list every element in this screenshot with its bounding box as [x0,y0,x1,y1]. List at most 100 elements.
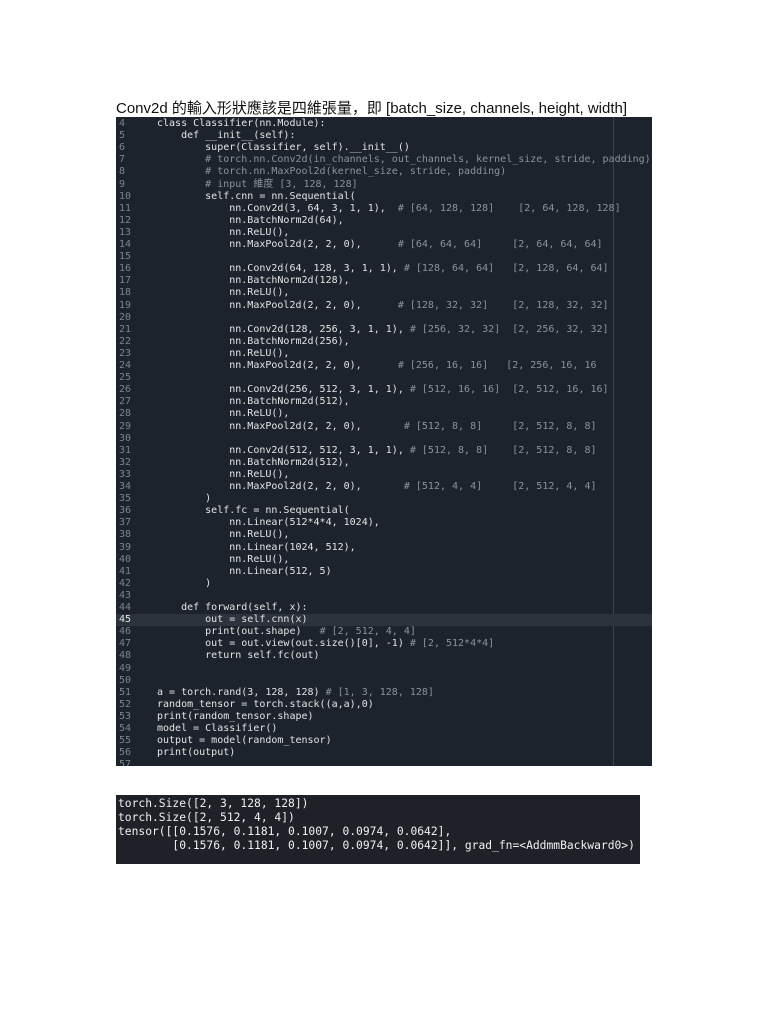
code-text: nn.ReLU(), [157,408,290,420]
code-line: 23 nn.ReLU(), [116,348,652,360]
code-comment: # torch.nn.MaxPool2d(kernel_size, stride… [205,166,507,178]
code-text: class Classifier(nn.Module): [157,118,326,129]
line-number: 53 [119,710,132,722]
code-text: nn.Linear(512*4*4, 1024), [157,517,380,529]
code-text: super(Classifier, self).__init__() [157,142,410,154]
line-number: 29 [119,420,132,432]
code-comment: # [64, 64, 64] [2, 64, 64, 64] [397,239,603,250]
line-number: 41 [119,565,132,577]
output-line: torch.Size([2, 3, 128, 128]) [118,797,309,810]
code-text: nn.Conv2d(3, 64, 3, 1, 1), # [64, 128, 1… [157,202,621,214]
code-line: 38 nn.ReLU(), [116,529,652,541]
code-line: 52 random_tensor = torch.stack((a,a),0) [116,699,652,711]
code-line: 48 return self.fc(out) [116,650,652,662]
line-number: 4 [119,118,126,129]
page-heading: Conv2d 的輸入形狀應該是四維張量，即 [batch_size, chann… [116,100,628,117]
line-number: 50 [119,674,132,686]
code-line: 26 nn.Conv2d(256, 512, 3, 1, 1), # [512,… [116,384,652,396]
code-text: # torch.nn.Conv2d(in_channels, out_chann… [157,154,651,166]
code-line: 19 nn.MaxPool2d(2, 2, 0), # [128, 32, 32… [116,300,652,312]
code-line: 33 nn.ReLU(), [116,469,652,481]
code-line: 25 [116,372,652,384]
line-number: 18 [119,287,132,299]
code-line: 35 ) [116,493,652,505]
code-text: out = self.cnn(x) [157,614,308,626]
code-editor-screenshot: 4 class Classifier(nn.Module): 5 def __ini… [116,117,652,766]
line-number: 10 [119,190,132,202]
line-number: 22 [119,335,132,347]
line-number: 28 [119,408,132,420]
line-number: 11 [119,202,132,214]
line-number: 39 [119,541,132,553]
code-text: nn.Linear(1024, 512), [157,541,356,553]
line-number: 44 [119,602,132,613]
code-text: return self.fc(out) [157,650,320,662]
code-line: 42 ) [116,578,652,590]
line-number: 54 [119,723,132,734]
code-text: nn.ReLU(), [157,529,290,541]
code-text: model = Classifier() [157,723,278,734]
code-comment: # [128, 64, 64] [2, 128, 64, 64] [403,263,609,275]
code-line: 21 nn.Conv2d(128, 256, 3, 1, 1), # [256,… [116,324,652,336]
code-text: random_tensor = torch.stack((a,a),0) [157,698,374,710]
line-number: 51 [119,686,132,698]
line-number: 27 [119,396,132,408]
code-text: self.cnn = nn.Sequential( [157,190,356,202]
output-line: tensor([[0.1576, 0.1181, 0.1007, 0.0974,… [118,825,452,838]
code-text: output = model(random_tensor) [157,735,332,747]
line-number: 43 [119,589,132,601]
code-text: nn.Linear(512, 5) [157,565,332,577]
code-line: 6 super(Classifier, self).__init__() [116,142,652,154]
code-line: 29 nn.MaxPool2d(2, 2, 0), # [512, 8, 8] … [116,421,652,433]
line-number: 35 [119,493,132,505]
line-number: 40 [119,553,132,565]
code-line: 4 class Classifier(nn.Module): [116,118,652,130]
code-line: 13 nn.ReLU(), [116,227,652,239]
code-line: 5 def __init__(self): [116,130,652,142]
line-number: 14 [119,239,132,250]
code-text: nn.ReLU(), [157,287,290,299]
code-text: nn.MaxPool2d(2, 2, 0), # [512, 8, 8] [2,… [157,420,597,432]
line-number: 38 [119,529,132,541]
code-line: 10 self.cnn = nn.Sequential( [116,191,652,203]
code-line: 37 nn.Linear(512*4*4, 1024), [116,517,652,529]
code-line: 45 out = self.cnn(x) [116,614,652,627]
code-comment: # [1, 3, 128, 128] [325,686,434,698]
code-line: 20 [116,312,652,324]
code-line: 43 [116,590,652,602]
code-text: nn.Conv2d(64, 128, 3, 1, 1), # [128, 64,… [157,263,609,275]
code-line: 22 nn.BatchNorm2d(256), [116,336,652,348]
code-line: 14 nn.MaxPool2d(2, 2, 0), # [64, 64, 64]… [116,239,652,251]
output-line: [0.1576, 0.1181, 0.1007, 0.0974, 0.0642]… [118,839,635,852]
code-comment: # [512, 8, 8] [2, 512, 8, 8] [403,420,597,432]
code-line: 54 model = Classifier() [116,723,652,735]
line-number: 55 [119,735,132,747]
code-line: 8 # torch.nn.MaxPool2d(kernel_size, stri… [116,166,652,178]
code-line: 46 print(out.shape) # [2, 512, 4, 4] [116,626,652,638]
console-output-screenshot: torch.Size([2, 3, 128, 128]) torch.Size([… [116,795,640,864]
code-line: 51 a = torch.rand(3, 128, 128) # [1, 3, 1… [116,687,652,699]
line-number: 16 [119,263,132,275]
code-line: 41 nn.Linear(512, 5) [116,566,652,578]
code-comment: # [64, 128, 128] [2, 64, 128, 128] [397,202,621,214]
code-comment: # [256, 32, 32] [2, 256, 32, 32] [409,323,609,335]
code-text: nn.BatchNorm2d(256), [157,335,350,347]
line-number: 31 [119,444,132,456]
code-text: a = torch.rand(3, 128, 128) # [1, 3, 128… [157,686,434,698]
code-text: self.fc = nn.Sequential( [157,505,350,517]
code-text: ) [157,577,212,589]
code-line: 32 nn.BatchNorm2d(512), [116,457,652,469]
code-line: 7 # torch.nn.Conv2d(in_channels, out_cha… [116,154,652,166]
code-line: 49 [116,663,652,675]
code-line: 57 [116,759,652,766]
code-line: 56 print(output) [116,747,652,759]
code-line: 44 def forward(self, x): [116,602,652,614]
line-number: 20 [119,311,132,323]
code-line: 47 out = out.view(out.size()[0], -1) # [… [116,638,652,650]
line-number: 30 [119,432,132,444]
line-number: 48 [119,650,132,662]
code-text: nn.Conv2d(256, 512, 3, 1, 1), # [512, 16… [157,384,609,396]
line-number: 52 [119,698,132,710]
line-number: 45 [119,614,132,626]
line-number: 34 [119,481,132,492]
